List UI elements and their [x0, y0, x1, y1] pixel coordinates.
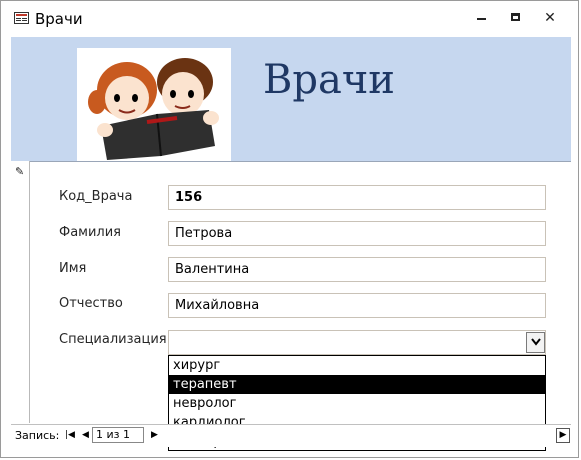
maximize-icon[interactable]: [506, 9, 526, 27]
form-window: Врачи ✕ Врачи ✎ Код_Врача 156 Фамилия Пе…: [0, 0, 579, 458]
first-name-field[interactable]: Валентина: [168, 257, 546, 282]
label-first-name: Имя: [59, 261, 87, 276]
label-last-name: Фамилия: [59, 225, 121, 240]
first-record-icon[interactable]: |◀: [65, 430, 75, 440]
form-icon: [14, 12, 29, 24]
dropdown-option-selected[interactable]: терапевт: [169, 375, 545, 394]
reading-kids-logo: [77, 48, 231, 161]
scroll-right-icon[interactable]: ▶: [556, 428, 570, 443]
last-name-field[interactable]: Петрова: [168, 221, 546, 246]
window-title: Врачи: [35, 10, 83, 28]
label-doctor-id: Код_Врача: [59, 189, 133, 204]
minimize-icon[interactable]: [472, 9, 492, 27]
form-title: Врачи: [263, 57, 395, 103]
next-record-icon[interactable]: ▶: [151, 430, 158, 440]
pencil-icon: ✎: [15, 165, 25, 178]
record-navigation-bar: Запись: |◀ ◀ 1 из 1 ▶ ▶: [11, 424, 571, 447]
dropdown-toggle-button[interactable]: [526, 332, 545, 353]
label-specialization: Специализация: [59, 332, 167, 347]
header-divider: [11, 161, 571, 162]
dropdown-option[interactable]: хирург: [169, 356, 545, 375]
label-patronymic: Отчество: [59, 296, 123, 311]
doctor-id-field[interactable]: 156: [168, 185, 546, 210]
specialization-combo[interactable]: [168, 330, 546, 355]
record-selector[interactable]: ✎: [11, 161, 30, 423]
title-bar[interactable]: Врачи ✕: [1, 1, 578, 37]
record-counter[interactable]: 1 из 1: [92, 427, 144, 443]
form-header: Врачи: [11, 37, 571, 161]
patronymic-field[interactable]: Михайловна: [168, 293, 546, 318]
dropdown-option[interactable]: невролог: [169, 394, 545, 413]
close-icon[interactable]: ✕: [540, 9, 560, 27]
previous-record-icon[interactable]: ◀: [82, 430, 89, 440]
record-label: Запись:: [15, 429, 60, 442]
chevron-down-icon: [531, 338, 541, 346]
